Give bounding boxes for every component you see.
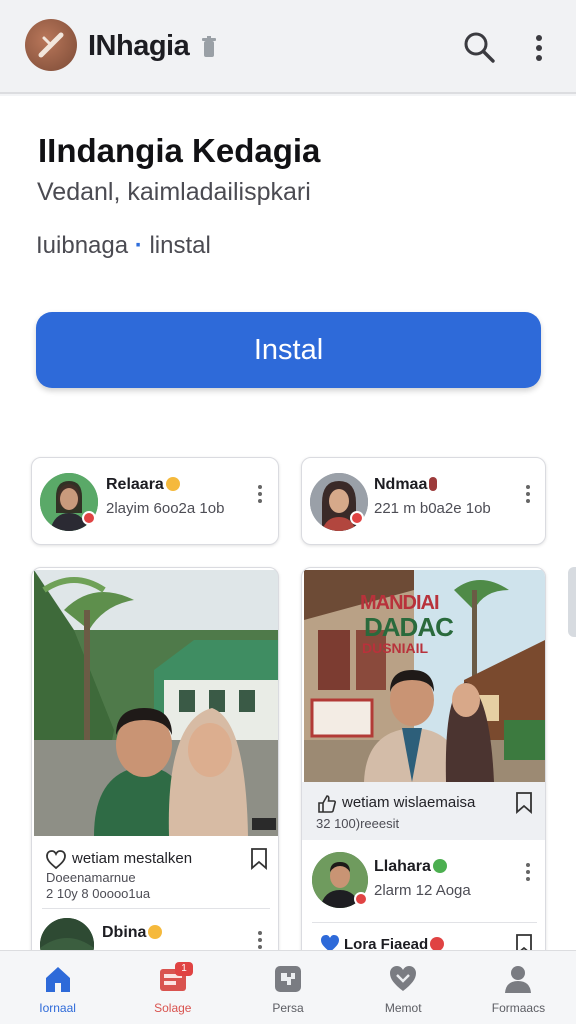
card-name: Relaara [106, 476, 180, 494]
home-icon [45, 967, 70, 992]
nav-item-inbox[interactable]: Solage [115, 951, 230, 1024]
emoji-icon [430, 937, 445, 950]
status-badge [350, 511, 364, 525]
source-action[interactable]: linstal [149, 232, 210, 259]
emoji-icon [432, 859, 447, 873]
like-icon[interactable] [46, 850, 66, 870]
like-icon[interactable] [320, 934, 340, 950]
heart-icon [390, 966, 417, 991]
card-name: Llahara [374, 858, 447, 876]
source-line: Iuibnaga · linstal [36, 232, 211, 260]
user-card-relaara[interactable]: Relaara 2layim 6oo2a 1ob [31, 457, 279, 545]
nav-item-puzzle[interactable]: Persa [230, 951, 345, 1024]
more-vert-icon[interactable] [256, 930, 264, 950]
emoji-icon [165, 477, 180, 491]
status-badge [354, 892, 368, 906]
search-icon[interactable] [462, 30, 496, 64]
user-card-ndmaa[interactable]: Ndmaa 221 m b0a2e 1ob [301, 457, 546, 545]
puzzle-icon [275, 966, 301, 992]
status-badge [82, 511, 96, 525]
source-separator: · [134, 232, 143, 259]
post-meta: 32 100)reeesit [316, 816, 400, 831]
like-icon[interactable] [316, 794, 336, 814]
bookmark-icon[interactable] [250, 848, 268, 870]
card-name-text: Relaara [106, 476, 164, 493]
post-meta: Doeenamarnue [46, 870, 136, 885]
avatar [40, 918, 94, 950]
card-name-text: Dbina [102, 924, 147, 941]
card-name-text: Lora Fiaead [344, 936, 429, 950]
post-card-right[interactable]: MANDIAI DADAC DUSNIAIL wetiam wislaemais… [301, 567, 546, 950]
post-card-left[interactable]: wetiam mestalken Doeenamarnue 2 10y 8 0o… [31, 567, 279, 950]
source-text: Iuibnaga [36, 232, 129, 259]
install-button[interactable]: Instal [36, 312, 541, 388]
card-meta: 221 m b0a2e 1ob [374, 500, 491, 517]
trash-icon [202, 36, 216, 57]
app-title: INhagia [88, 30, 190, 62]
emoji-icon [148, 925, 163, 939]
person-icon [505, 966, 532, 993]
card-meta: 2larm 12 Aoga [374, 882, 471, 899]
more-vert-icon[interactable] [256, 484, 264, 504]
nav-item-profile[interactable]: Formaacs [461, 951, 576, 1024]
divider [312, 922, 537, 923]
page-title: IIndangia Kedagia [38, 132, 321, 169]
more-vert-icon[interactable] [528, 32, 550, 64]
page-subtitle: Vedanl, kaimladailispkari [37, 178, 311, 206]
nav-label: Formaacs [491, 1001, 546, 1015]
nav-label: Persa [272, 1001, 304, 1015]
notification-badge: 1 [175, 962, 193, 976]
card-name: Dbina [102, 924, 163, 942]
card-name-text: Llahara [374, 858, 431, 875]
nav-item-heart[interactable]: Memot [346, 951, 461, 1024]
post-photo[interactable] [34, 570, 278, 836]
post-photo[interactable]: MANDIAI DADAC DUSNIAIL [304, 570, 545, 782]
nav-label: Memot [384, 1001, 422, 1015]
bookmark-icon[interactable] [515, 792, 533, 814]
main-content: IIndangia Kedagia Vedanl, kaimladailispk… [0, 96, 576, 950]
nav-label: Solage [154, 1001, 192, 1015]
bookmark-icon[interactable] [515, 934, 533, 950]
card-name: Lora Fiaead [344, 936, 445, 950]
emoji-icon [429, 477, 438, 491]
post-meta-2: 2 10y 8 0oooo1ua [46, 886, 151, 901]
divider [42, 908, 270, 909]
poster-text: DADAC [364, 612, 454, 642]
bottom-nav: Iornaal Solage Persa Memot Formaacs [0, 950, 576, 1024]
caption-area [302, 782, 545, 840]
more-vert-icon[interactable] [524, 484, 532, 504]
nav-item-home[interactable]: Iornaal [0, 951, 115, 1024]
card-name: Ndmaa [374, 476, 438, 494]
more-vert-icon[interactable] [524, 862, 532, 882]
post-caption: wetiam mestalken [72, 850, 193, 867]
next-card-peek[interactable] [568, 567, 576, 637]
app-logo-icon[interactable] [25, 19, 77, 71]
app-bar: INhagia [0, 0, 576, 94]
card-name-text: Ndmaa [374, 476, 428, 493]
poster-text: DUSNIAIL [362, 640, 429, 656]
nav-label: Iornaal [39, 1001, 76, 1015]
card-meta: 2layim 6oo2a 1ob [106, 500, 225, 517]
post-caption: wetiam wislaemaisa [342, 794, 476, 811]
